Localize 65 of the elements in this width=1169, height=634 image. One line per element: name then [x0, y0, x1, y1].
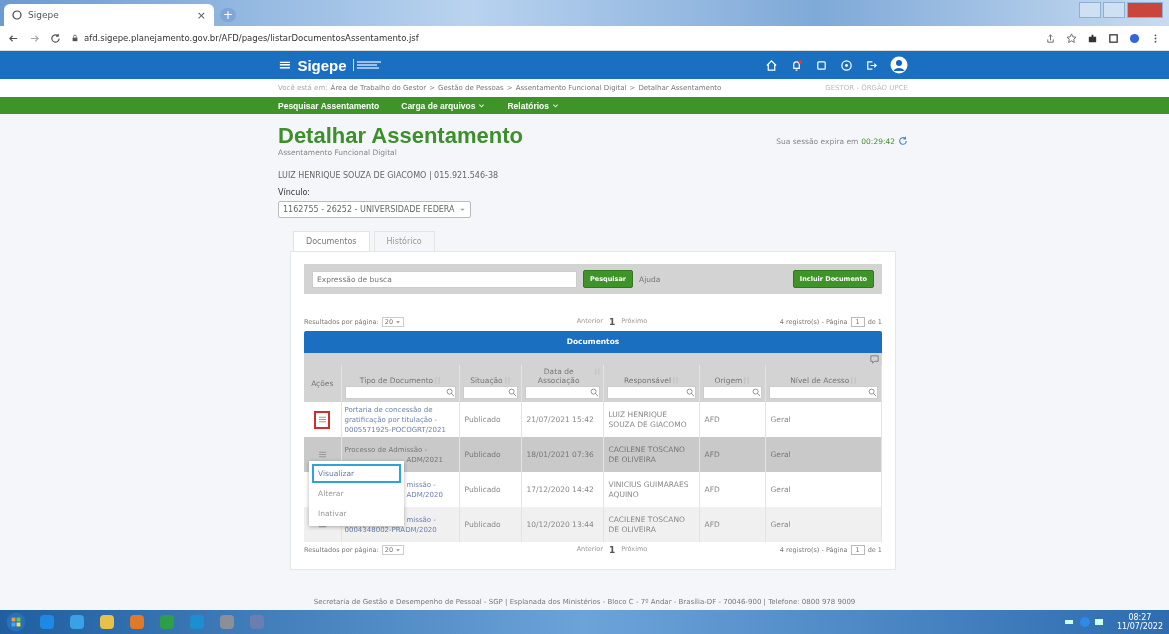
- notification-icon[interactable]: [790, 58, 803, 72]
- hamburger-icon: [317, 415, 327, 424]
- menu-button[interactable]: ≡: [278, 57, 292, 73]
- search-icon: [685, 388, 695, 397]
- caret-icon: [458, 206, 466, 213]
- column-filter-field[interactable]: [462, 386, 518, 399]
- window-controls[interactable]: [1079, 2, 1163, 18]
- page-number[interactable]: 1: [608, 545, 616, 555]
- tab[interactable]: Histórico: [373, 231, 435, 251]
- browser-tab[interactable]: Sigepe ×: [4, 4, 214, 26]
- comment-icon[interactable]: [869, 354, 880, 365]
- share-icon[interactable]: [1045, 32, 1056, 44]
- puzzle-icon[interactable]: [1087, 32, 1098, 44]
- logo-icon: [352, 59, 383, 71]
- app-icon[interactable]: [98, 613, 116, 631]
- profile-icon[interactable]: [1129, 32, 1140, 44]
- app-icon[interactable]: [188, 613, 206, 631]
- app-icon[interactable]: [158, 613, 176, 631]
- square-icon[interactable]: [815, 58, 828, 72]
- search-icon: [445, 388, 455, 397]
- vinculo-select[interactable]: 1162755 - 26252 - UNIVERSIDADE FEDERA: [278, 201, 471, 218]
- nav-menu-item[interactable]: Pesquisar Assentamento: [278, 100, 380, 111]
- search-icon: [751, 388, 761, 397]
- app-icon[interactable]: [38, 613, 56, 631]
- page-title: Detalhar Assentamento: [278, 124, 523, 148]
- field-label: Vínculo:: [278, 188, 312, 197]
- app-icon[interactable]: [128, 613, 146, 631]
- column-filter-field[interactable]: [768, 386, 878, 399]
- search-icon: [589, 388, 599, 397]
- row-menu-button[interactable]: [314, 410, 331, 429]
- home-icon[interactable]: [765, 58, 778, 72]
- lock-icon: [71, 34, 79, 42]
- star-icon[interactable]: [1066, 32, 1077, 44]
- search-icon: [868, 388, 877, 397]
- column-filter-field[interactable]: [524, 386, 600, 399]
- tab-title: Sigepe: [28, 10, 59, 20]
- user-avatar-icon[interactable]: [890, 56, 908, 74]
- logout-icon[interactable]: [865, 58, 878, 72]
- caret-icon: [478, 102, 486, 109]
- search-icon: [507, 388, 517, 397]
- app-icon[interactable]: [218, 613, 236, 631]
- employee-info: LUIZ HENRIQUE SOUZA DE GIACOMO | 015.921.546-38: [278, 171, 500, 180]
- clock[interactable]: 08:27 11/07/2022: [1116, 613, 1163, 631]
- tab[interactable]: Documentos: [293, 231, 370, 251]
- column-filter-field[interactable]: [702, 386, 762, 399]
- reload-icon[interactable]: [50, 32, 61, 44]
- caret-icon: [552, 102, 559, 109]
- help-icon[interactable]: [840, 58, 853, 72]
- sidebar-icon[interactable]: [1108, 32, 1119, 44]
- column-filter-field[interactable]: [606, 386, 696, 399]
- caret-icon: [395, 319, 402, 325]
- caret-icon: [395, 547, 402, 553]
- tray-icons[interactable]: [1064, 616, 1105, 628]
- start-button[interactable]: [6, 612, 26, 632]
- new-tab-button[interactable]: +: [220, 8, 236, 22]
- hamburger-icon: [317, 450, 327, 459]
- app-icon[interactable]: [68, 613, 86, 631]
- globe-icon: [12, 10, 22, 20]
- close-tab-button[interactable]: ×: [196, 8, 206, 22]
- nav-menu-item[interactable]: Carga de arquivos: [401, 100, 486, 111]
- page-number[interactable]: 1: [608, 317, 616, 327]
- brand-name: Sigepe: [297, 56, 347, 74]
- column-filter-field[interactable]: [344, 386, 456, 399]
- refresh-icon[interactable]: [898, 136, 908, 146]
- nav-menu-item[interactable]: Relatórios: [507, 100, 559, 111]
